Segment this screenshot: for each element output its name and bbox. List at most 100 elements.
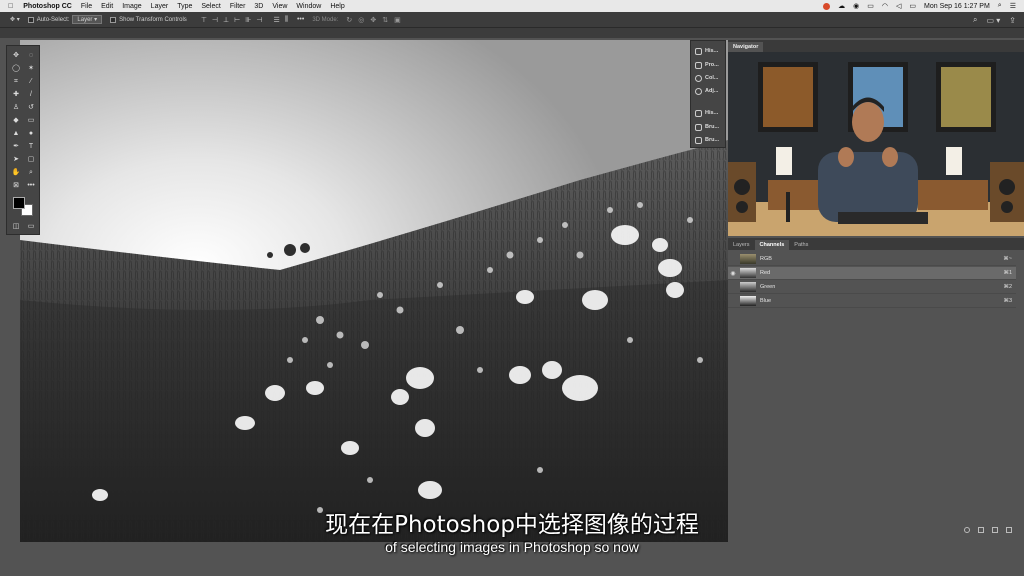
channel-row-rgb[interactable]: RGB ⌘~ [728, 253, 1016, 266]
rotate-3d-icon[interactable]: ↻ [346, 16, 352, 24]
histogram-panel-button[interactable]: His... [695, 45, 725, 57]
channel-thumbnail [740, 296, 756, 306]
align-right-icon[interactable]: ⊣ [256, 16, 262, 24]
brush-tool-icon[interactable]: / [25, 90, 37, 100]
cloud-icon[interactable]: ☁ [838, 2, 845, 10]
show-transform-group: Show Transform Controls [110, 16, 187, 23]
tab-layers[interactable]: Layers [728, 240, 755, 250]
menu-3d[interactable]: 3D [254, 3, 263, 10]
menu-filter[interactable]: Filter [230, 3, 246, 10]
move-tool-preset-icon[interactable]: ✥ ▾ [10, 16, 20, 23]
screen-mode-icon[interactable]: ▭ [25, 222, 37, 232]
auto-select-group: Auto-Select: Layer ▾ [27, 15, 103, 24]
healing-tool-icon[interactable]: ✚ [10, 90, 22, 100]
type-tool-icon[interactable]: T [25, 142, 37, 152]
workspace-icon[interactable]: ▭ ▾ [987, 16, 1001, 25]
collapsed-panel-dock: His... Pro... Col... Adj... His... Bru..… [690, 40, 726, 148]
menu-file[interactable]: File [81, 3, 92, 10]
show-transform-checkbox[interactable] [110, 16, 117, 23]
shape-tool-icon[interactable]: ▢ [25, 155, 37, 165]
slide-3d-icon[interactable]: ⇅ [382, 16, 388, 24]
menu-edit[interactable]: Edit [101, 3, 113, 10]
menu-type[interactable]: Type [177, 3, 192, 10]
magic-wand-tool-icon[interactable]: ✶ [25, 64, 37, 74]
blur-tool-icon[interactable]: ▲ [10, 129, 22, 139]
panel-label: Bru... [705, 137, 720, 143]
menu-window[interactable]: Window [296, 3, 321, 10]
roll-3d-icon[interactable]: ◎ [358, 16, 364, 24]
menu-view[interactable]: View [272, 3, 287, 10]
hand-tool-icon[interactable]: ✋ [10, 168, 22, 178]
path-selection-tool-icon[interactable]: ➤ [10, 155, 22, 165]
gradient-tool-icon[interactable]: ▭ [25, 116, 37, 126]
more-tools-icon[interactable]: ••• [25, 181, 37, 191]
display-icon[interactable]: ▭ [867, 2, 874, 10]
panel-label: His... [705, 110, 719, 116]
mac-menubar:  Photoshop CC File Edit Image Layer Typ… [0, 0, 1024, 12]
channel-row-red[interactable]: ◉ Red ⌘1 [728, 267, 1016, 280]
menu-help[interactable]: Help [330, 3, 344, 10]
scale-3d-icon[interactable]: ▣ [394, 16, 401, 24]
tab-channels[interactable]: Channels [754, 240, 790, 250]
volume-icon[interactable]: ◁ [896, 2, 901, 10]
document-canvas[interactable] [20, 40, 728, 542]
menu-select[interactable]: Select [201, 3, 220, 10]
color-panel-button[interactable]: Col... [695, 72, 725, 84]
eraser-tool-icon[interactable]: ◆ [10, 116, 22, 126]
move-tool-icon[interactable]: ✥ [10, 51, 22, 61]
align-left-icon[interactable]: ⊢ [234, 16, 240, 24]
align-center-icon[interactable]: ⊪ [245, 16, 251, 24]
share-icon[interactable]: ⇪ [1009, 16, 1016, 25]
battery-icon[interactable]: ▭ [909, 2, 916, 10]
panel-label: Col... [705, 75, 719, 81]
menubar-clock[interactable]: Mon Sep 16 1:27 PM [924, 3, 990, 10]
tab-paths[interactable]: Paths [789, 240, 813, 250]
channel-row-blue[interactable]: Blue ⌘3 [728, 295, 1016, 308]
drag-3d-icon[interactable]: ✥ [370, 16, 376, 24]
quick-mask-icon[interactable]: ◫ [10, 222, 22, 232]
align-top-icon[interactable]: ⊤ [201, 16, 207, 24]
apple-icon[interactable]:  [8, 3, 13, 10]
histogram-icon [695, 47, 702, 55]
auto-select-checkbox[interactable] [27, 16, 34, 23]
crop-tool-icon[interactable]: ⌗ [10, 77, 22, 87]
visibility-eye-icon[interactable]: ◉ [728, 270, 738, 277]
menu-layer[interactable]: Layer [151, 3, 169, 10]
navigator-panel: Navigator [728, 40, 1024, 236]
status-circle-icon[interactable] [823, 2, 831, 10]
lasso-tool-icon[interactable]: ◯ [10, 64, 22, 74]
foreground-color-swatch[interactable] [13, 197, 25, 209]
pen-tool-icon[interactable]: ✒ [10, 142, 22, 152]
menu-app-name[interactable]: Photoshop CC [23, 3, 72, 10]
eyedropper-tool-icon[interactable]: ⁄ [25, 77, 37, 87]
tab-navigator[interactable]: Navigator [728, 42, 764, 52]
search-icon[interactable]: ⌕ [973, 15, 977, 25]
history-brush-tool-icon[interactable]: ↺ [25, 103, 37, 113]
dodge-tool-icon[interactable]: ● [25, 129, 37, 139]
navigator-tabbar: Navigator [728, 40, 1024, 52]
brushes-panel-button[interactable]: Bru... [695, 121, 725, 133]
align-bottom-icon[interactable]: ⊥ [223, 16, 229, 24]
channel-name: Red [760, 270, 771, 276]
status-icon[interactable]: ◉ [853, 2, 859, 10]
stamp-tool-icon[interactable]: ♙ [10, 103, 22, 113]
channel-row-green[interactable]: Green ⌘2 [728, 281, 1016, 294]
marquee-tool-icon[interactable]: ◌ [25, 51, 37, 61]
menu-list-icon[interactable]: ☰ [1010, 2, 1016, 10]
zoom-tool-icon[interactable]: ⌕ [25, 168, 37, 178]
align-middle-icon[interactable]: ⊣ [212, 16, 218, 24]
distribute-h-icon[interactable]: ⫼ [285, 16, 288, 24]
menu-image[interactable]: Image [122, 3, 141, 10]
channels-panel-tabs: Layers Channels Paths [728, 238, 1024, 250]
properties-panel-button[interactable]: Pro... [695, 59, 725, 71]
edit-toolbar-icon[interactable]: ⊠ [10, 181, 22, 191]
auto-select-dropdown[interactable]: Layer ▾ [72, 15, 103, 24]
spotlight-icon[interactable]: ⌕ [998, 2, 1002, 10]
distribute-icon[interactable]: ☰ [273, 16, 279, 24]
adjustments-panel-button[interactable]: Adj... [695, 85, 725, 97]
wifi-icon[interactable]: ◠ [882, 2, 888, 10]
more-options-icon[interactable]: ••• [297, 16, 304, 23]
mode-3d-label: 3D Mode: [312, 16, 339, 23]
history-panel-button[interactable]: His... [695, 107, 725, 119]
brush-settings-panel-button[interactable]: Bru... [695, 134, 725, 146]
